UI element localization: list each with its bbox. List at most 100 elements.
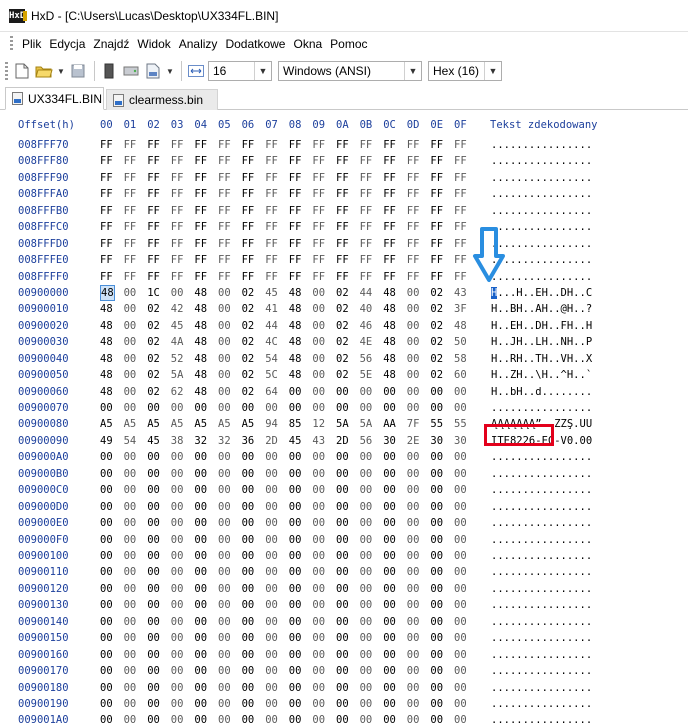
hex-byte[interactable]: 00 [430, 400, 443, 416]
hex-byte[interactable]: 00 [218, 581, 231, 597]
hex-byte[interactable]: 00 [360, 647, 373, 663]
hex-byte[interactable]: FF [407, 252, 420, 268]
hex-byte[interactable]: 00 [242, 482, 255, 498]
hex-byte[interactable]: FF [454, 153, 467, 169]
hex-byte[interactable]: 00 [430, 614, 443, 630]
hex-byte[interactable]: 02 [147, 301, 160, 317]
decoded-text-row[interactable]: ................ [491, 203, 592, 219]
hex-byte[interactable]: FF [147, 137, 160, 153]
hex-byte[interactable]: 00 [218, 680, 231, 696]
hex-byte[interactable]: 00 [171, 663, 184, 679]
hex-byte[interactable]: FF [407, 203, 420, 219]
hex-byte[interactable]: 00 [312, 301, 325, 317]
hex-byte[interactable]: 00 [218, 614, 231, 630]
hex-byte[interactable]: FF [289, 186, 302, 202]
hex-byte[interactable]: FF [218, 137, 231, 153]
hex-byte[interactable]: FF [242, 252, 255, 268]
hex-byte[interactable]: FF [430, 252, 443, 268]
hex-byte[interactable]: 00 [100, 400, 113, 416]
hex-byte[interactable]: 00 [194, 532, 207, 548]
hex-byte[interactable]: 00 [265, 564, 278, 580]
decoded-text-row[interactable]: H..ZH..\H..^H..` [491, 367, 592, 383]
hex-byte[interactable]: 00 [312, 449, 325, 465]
hex-byte[interactable]: 00 [124, 532, 137, 548]
hex-byte[interactable]: 00 [194, 449, 207, 465]
hex-byte[interactable]: 00 [383, 614, 396, 630]
hex-byte[interactable]: 00 [336, 564, 349, 580]
hex-byte[interactable]: FF [360, 252, 373, 268]
hex-byte[interactable]: 00 [242, 663, 255, 679]
hex-byte[interactable]: FF [265, 236, 278, 252]
open-dropdown-button[interactable]: ▼ [56, 61, 66, 81]
menu-okna[interactable]: Okna [290, 37, 327, 51]
hex-byte[interactable]: FF [336, 170, 349, 186]
menu-plik[interactable]: Plik [19, 37, 46, 51]
hex-byte[interactable]: FF [218, 252, 231, 268]
hex-byte[interactable]: 00 [147, 647, 160, 663]
hex-byte[interactable]: 00 [100, 482, 113, 498]
hex-byte[interactable]: A5 [194, 416, 207, 432]
hex-byte[interactable]: FF [100, 153, 113, 169]
hex-byte[interactable]: FF [218, 203, 231, 219]
hex-byte[interactable]: 00 [194, 499, 207, 515]
hex-byte[interactable]: 00 [289, 449, 302, 465]
hex-byte[interactable]: 00 [171, 581, 184, 597]
hex-byte[interactable]: FF [360, 203, 373, 219]
hex-byte[interactable]: 00 [218, 367, 231, 383]
hex-byte[interactable]: 48 [100, 351, 113, 367]
hex-byte[interactable]: 00 [430, 581, 443, 597]
hex-byte[interactable]: 00 [430, 466, 443, 482]
hex-byte[interactable]: 00 [147, 597, 160, 613]
hex-byte[interactable]: 00 [407, 466, 420, 482]
hex-byte[interactable]: FF [289, 153, 302, 169]
hex-byte[interactable]: 00 [218, 499, 231, 515]
hex-byte[interactable]: 42 [171, 301, 184, 317]
hex-byte[interactable]: 00 [430, 515, 443, 531]
hex-byte[interactable]: 00 [124, 581, 137, 597]
hex-byte[interactable]: 00 [336, 663, 349, 679]
hex-byte[interactable]: 00 [407, 548, 420, 564]
hex-byte[interactable]: 00 [312, 614, 325, 630]
hex-byte[interactable]: 00 [171, 449, 184, 465]
hex-byte[interactable]: 48 [100, 301, 113, 317]
hex-byte[interactable]: 00 [265, 482, 278, 498]
hex-byte[interactable]: 00 [383, 400, 396, 416]
hex-byte[interactable]: FF [454, 269, 467, 285]
hex-byte[interactable]: FF [124, 137, 137, 153]
hex-byte[interactable]: 00 [383, 597, 396, 613]
hex-byte[interactable]: FF [124, 186, 137, 202]
hex-byte[interactable]: 00 [383, 515, 396, 531]
hex-byte[interactable]: 5C [265, 367, 278, 383]
hex-byte[interactable]: 12 [312, 416, 325, 432]
hex-byte[interactable]: 00 [265, 647, 278, 663]
hex-byte[interactable]: FF [100, 186, 113, 202]
decoded-text-row[interactable]: ................ [491, 597, 592, 613]
decoded-text-row[interactable]: ................ [491, 269, 592, 285]
hex-byte[interactable]: 00 [430, 647, 443, 663]
hex-byte[interactable]: FF [430, 137, 443, 153]
hex-byte[interactable]: 02 [147, 367, 160, 383]
hex-byte[interactable]: FF [430, 203, 443, 219]
hex-byte[interactable]: 00 [242, 564, 255, 580]
hex-byte[interactable]: 00 [218, 482, 231, 498]
hex-byte[interactable]: 30 [454, 433, 467, 449]
hex-byte[interactable]: 02 [242, 384, 255, 400]
hex-byte[interactable]: 44 [265, 318, 278, 334]
hex-byte[interactable]: 00 [242, 597, 255, 613]
hex-byte[interactable]: 00 [194, 581, 207, 597]
hex-byte[interactable]: FF [194, 236, 207, 252]
hex-byte[interactable]: FF [312, 203, 325, 219]
new-file-button[interactable] [12, 61, 32, 81]
hex-byte[interactable]: FF [289, 252, 302, 268]
hex-byte[interactable]: FF [383, 252, 396, 268]
hex-byte[interactable]: 00 [312, 400, 325, 416]
hex-byte[interactable]: 48 [383, 285, 396, 301]
hex-byte[interactable]: 00 [100, 515, 113, 531]
hex-byte[interactable]: 00 [407, 614, 420, 630]
hex-byte[interactable]: 3F [454, 301, 467, 317]
hex-byte[interactable]: 85 [289, 416, 302, 432]
hex-byte[interactable]: 00 [124, 285, 137, 301]
hex-byte[interactable]: FF [124, 236, 137, 252]
hex-byte[interactable]: 52 [171, 351, 184, 367]
decoded-text-row[interactable]: H..JH..LH..NH..P [491, 334, 592, 350]
